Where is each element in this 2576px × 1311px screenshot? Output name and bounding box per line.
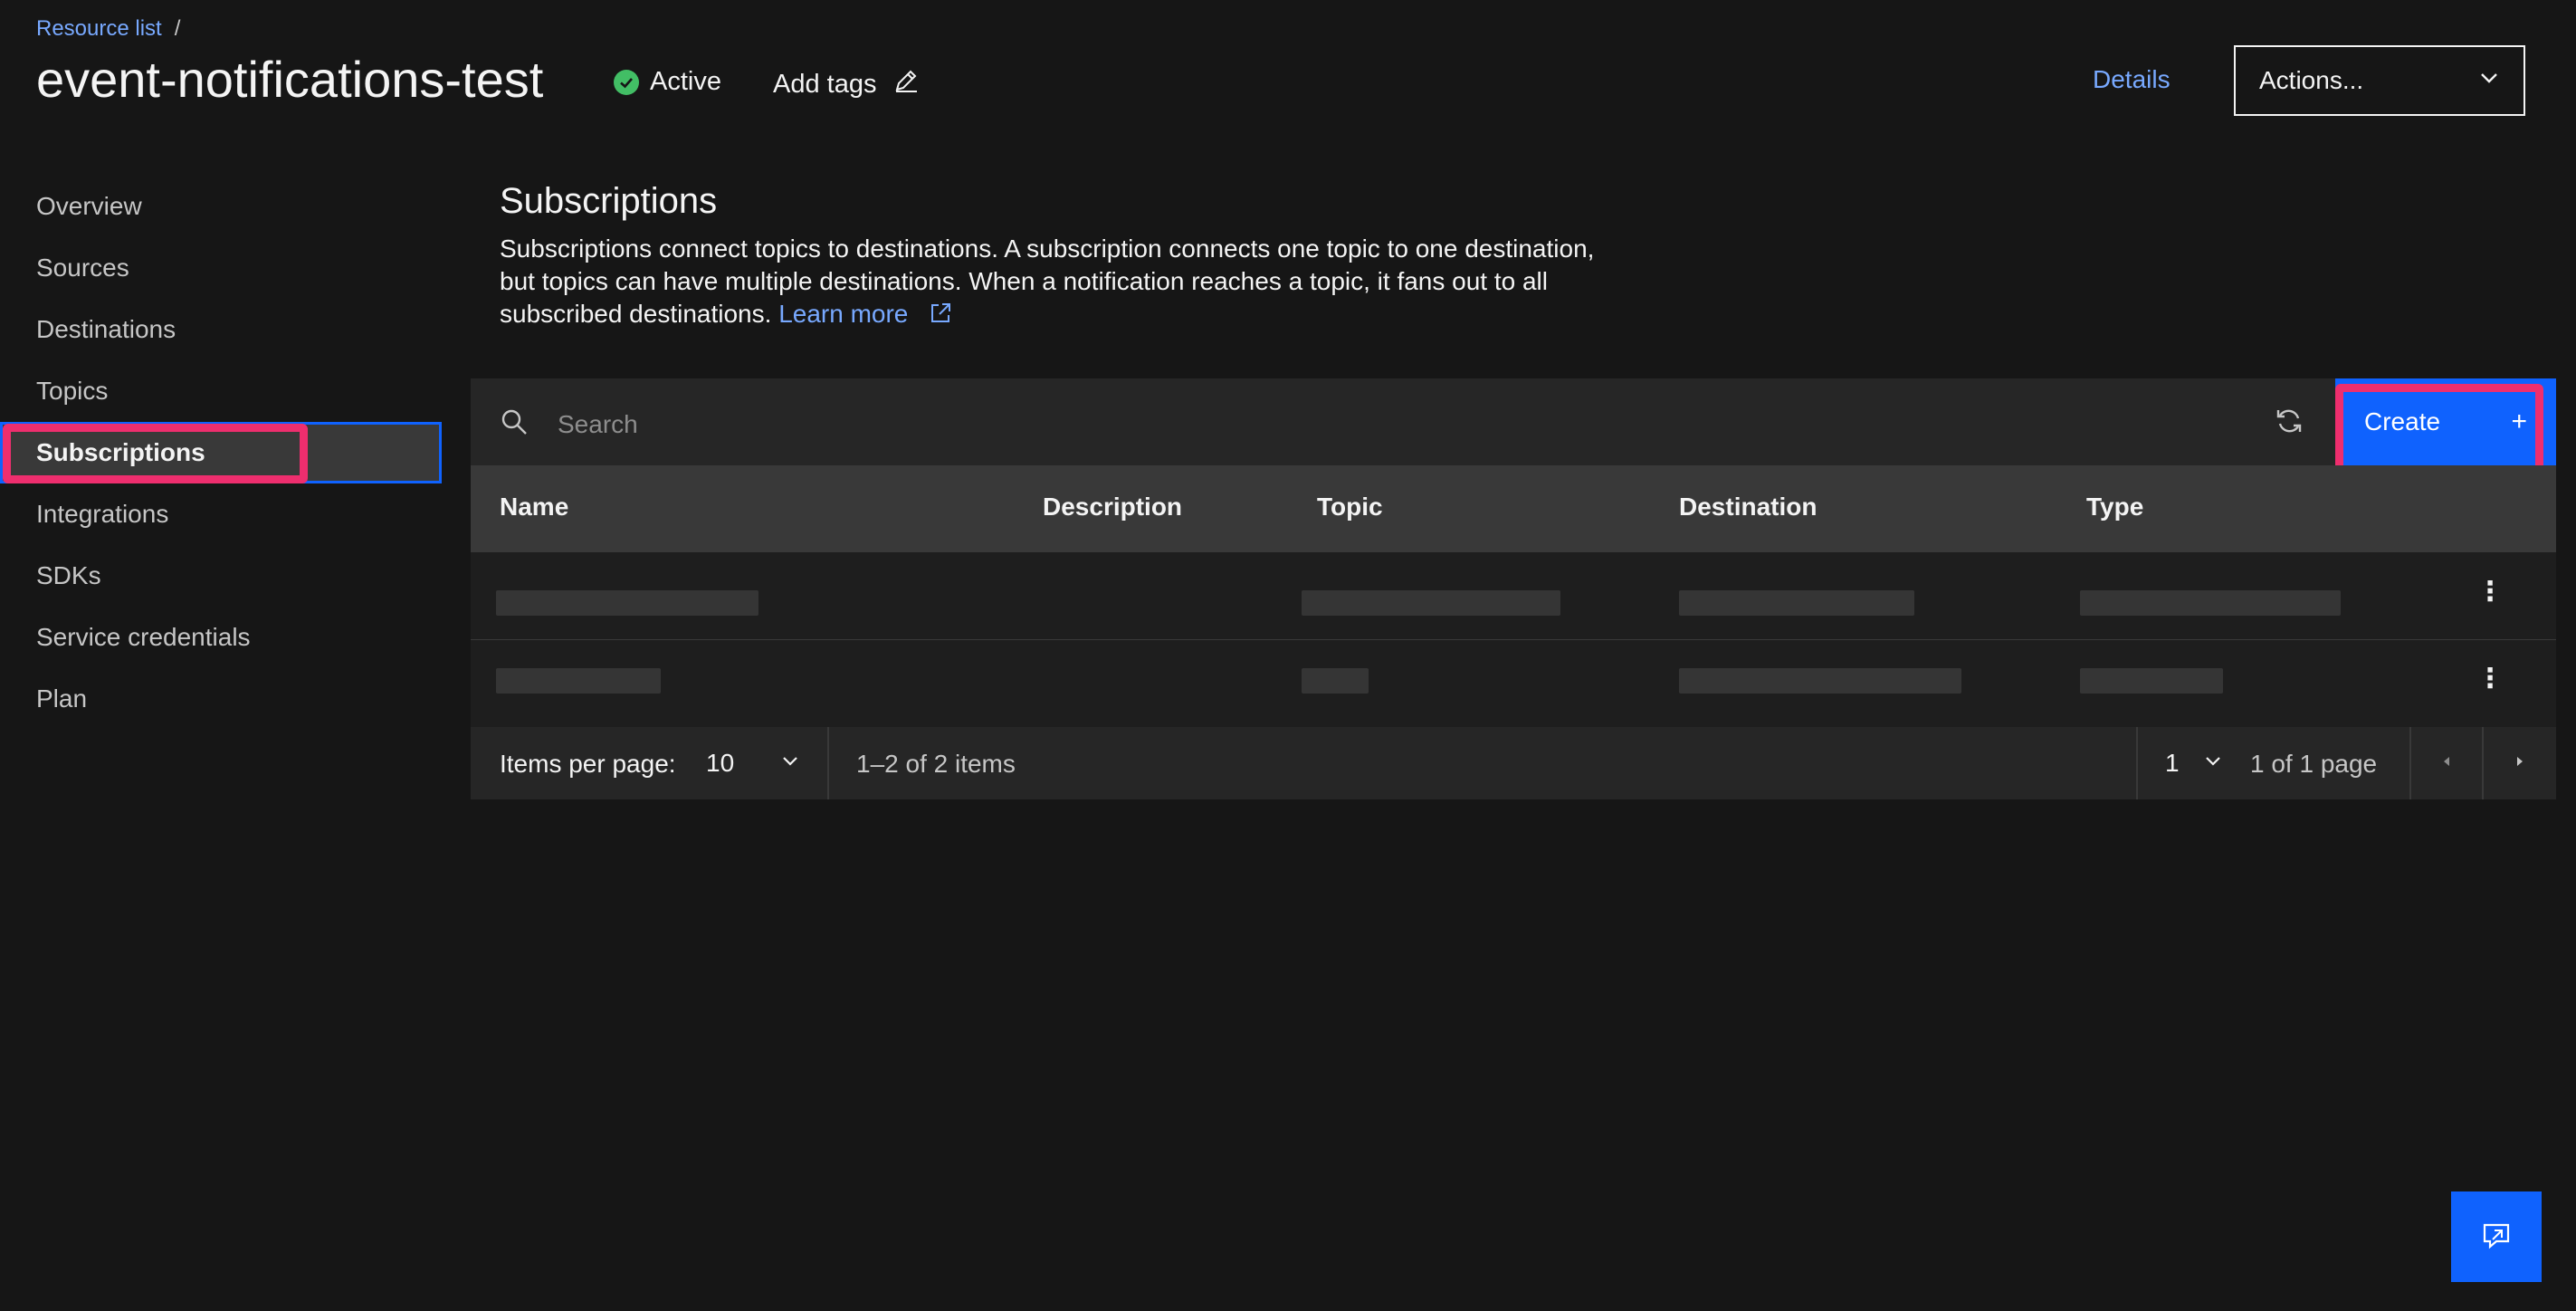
feedback-icon: [2480, 1219, 2513, 1256]
sidebar-item-sources[interactable]: Sources: [36, 254, 129, 282]
sidebar-item-overview[interactable]: Overview: [36, 192, 142, 221]
sidebar-item-destinations[interactable]: Destinations: [36, 315, 176, 344]
obscured-cell-topic: [1302, 590, 1560, 616]
edit-icon: [892, 67, 920, 101]
learn-more-link[interactable]: Learn more: [778, 300, 953, 328]
sidebar-item-sdks[interactable]: SDKs: [36, 561, 101, 590]
page-title: event-notifications-test: [36, 51, 544, 108]
feedback-button[interactable]: [2451, 1191, 2542, 1282]
obscured-cell-name: [496, 668, 661, 694]
refresh-icon[interactable]: [2274, 406, 2304, 441]
section-title: Subscriptions: [500, 181, 718, 221]
sidebar-item-integrations[interactable]: Integrations: [36, 500, 168, 529]
column-header-name[interactable]: Name: [500, 493, 568, 522]
chevron-down-icon: [2478, 66, 2500, 95]
items-per-page-select[interactable]: 10: [706, 741, 800, 786]
obscured-cell-destination: [1679, 668, 1961, 694]
sidebar-item-service-credentials[interactable]: Service credentials: [36, 623, 251, 652]
column-header-description[interactable]: Description: [1043, 493, 1182, 522]
divider: [2136, 727, 2138, 799]
highlight-box-subscriptions: [3, 424, 308, 483]
breadcrumb-link-resource-list[interactable]: Resource list: [36, 16, 162, 42]
obscured-cell-destination: [1679, 590, 1914, 616]
page-total: 1 of 1 page: [2250, 750, 2378, 778]
description-line-3-wrap: subscribed destinations. Learn more: [500, 298, 1676, 330]
search-input[interactable]: [556, 401, 2189, 448]
obscured-cell-name: [496, 590, 758, 616]
learn-more-label: Learn more: [778, 300, 909, 328]
description-line-2: but topics can have multiple destination…: [500, 267, 1548, 295]
status-label: Active: [650, 67, 721, 96]
section-description: Subscriptions connect topics to destinat…: [500, 233, 1676, 330]
actions-dropdown[interactable]: Actions...: [2234, 45, 2525, 116]
previous-page-button[interactable]: [2411, 727, 2482, 799]
external-link-icon: [928, 300, 953, 328]
table-row[interactable]: [471, 640, 2556, 727]
page-select[interactable]: 1: [2165, 741, 2223, 786]
status-badge: Active: [614, 67, 721, 97]
add-tags-label: Add tags: [773, 69, 877, 99]
chevron-down-icon: [780, 751, 800, 776]
sidebar-item-topics[interactable]: Topics: [36, 377, 108, 406]
obscured-cell-topic: [1302, 668, 1369, 694]
next-page-button[interactable]: [2484, 727, 2556, 799]
items-range: 1–2 of 2 items: [856, 750, 1016, 778]
table-header: [471, 465, 2556, 552]
check-circle-icon: [614, 69, 639, 95]
items-per-page-label: Items per page:: [500, 750, 676, 778]
caret-left-icon: [2438, 753, 2455, 774]
add-tags-button[interactable]: Add tags: [773, 67, 920, 101]
details-link[interactable]: Details: [2093, 65, 2171, 94]
chevron-down-icon: [2203, 751, 2223, 776]
actions-label: Actions...: [2259, 66, 2364, 94]
search-icon: [500, 407, 529, 441]
items-per-page-value: 10: [706, 749, 735, 777]
column-header-topic[interactable]: Topic: [1317, 493, 1383, 522]
column-header-destination[interactable]: Destination: [1679, 493, 1817, 522]
obscured-cell-type: [2080, 668, 2223, 694]
overflow-menu-icon[interactable]: ⋮: [2476, 576, 2504, 608]
divider: [827, 727, 829, 799]
obscured-cell-type: [2080, 590, 2341, 616]
page-value: 1: [2165, 749, 2180, 777]
description-line-1: Subscriptions connect topics to destinat…: [500, 234, 1595, 263]
breadcrumb: Resource list /: [36, 16, 180, 42]
overflow-menu-icon[interactable]: ⋮: [2476, 663, 2504, 694]
breadcrumb-separator: /: [174, 16, 181, 41]
caret-right-icon: [2512, 753, 2528, 774]
sidebar-item-plan[interactable]: Plan: [36, 684, 87, 713]
description-line-3: subscribed destinations.: [500, 300, 772, 328]
column-header-type[interactable]: Type: [2086, 493, 2143, 522]
